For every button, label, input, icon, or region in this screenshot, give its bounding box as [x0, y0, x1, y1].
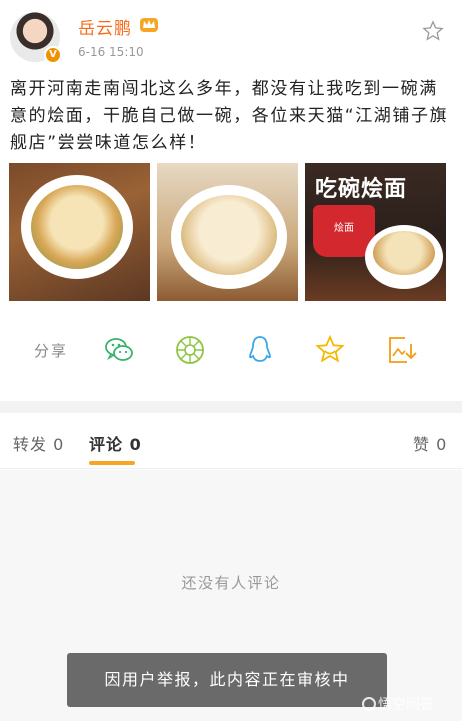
tab-comments[interactable]: 评论 0 — [89, 431, 142, 455]
post-header: V 岳云鹏 6-16 15:10 — [0, 0, 462, 70]
post-text: 离开河南走南闯北这么多年，都没有让我吃到一碗满意的烩面，干脆自己做一碗，各位来天… — [10, 79, 449, 153]
post-time: 6-16 15:10 — [78, 45, 144, 59]
section-divider — [0, 401, 462, 413]
tab-reposts[interactable]: 转发 0 — [13, 431, 64, 455]
share-row: 分享 — [0, 330, 462, 370]
post-image-2[interactable] — [157, 163, 298, 301]
cup-label: 烩面 — [334, 223, 354, 234]
empty-comments-text: 还没有人评论 — [181, 574, 281, 592]
save-image-icon[interactable] — [385, 334, 417, 366]
favorite-icon[interactable] — [314, 334, 346, 366]
watermark: 悟空问答 — [362, 694, 434, 714]
verified-badge-icon: V — [44, 46, 62, 64]
active-tab-indicator — [89, 461, 135, 465]
favorite-star-icon[interactable] — [422, 20, 444, 42]
post-images: 吃碗烩面 烩面 — [9, 163, 446, 301]
moments-icon[interactable] — [174, 334, 206, 366]
crown-icon — [140, 18, 158, 32]
wechat-icon[interactable] — [103, 334, 135, 366]
post-image-3[interactable]: 吃碗烩面 烩面 — [305, 163, 446, 301]
image-title-text: 吃碗烩面 — [315, 177, 408, 202]
review-toast: 因用户举报，此内容正在审核中 — [67, 653, 387, 707]
user-name[interactable]: 岳云鹏 — [78, 14, 132, 39]
share-label: 分享 — [34, 342, 69, 360]
post-image-1[interactable] — [9, 163, 150, 301]
interaction-tabs: 转发 0 评论 0 赞 0 — [0, 413, 462, 469]
watermark-logo-icon — [362, 697, 376, 711]
qq-icon[interactable] — [244, 334, 276, 366]
tab-likes[interactable]: 赞 0 — [413, 431, 447, 455]
watermark-text: 悟空问答 — [378, 697, 434, 713]
